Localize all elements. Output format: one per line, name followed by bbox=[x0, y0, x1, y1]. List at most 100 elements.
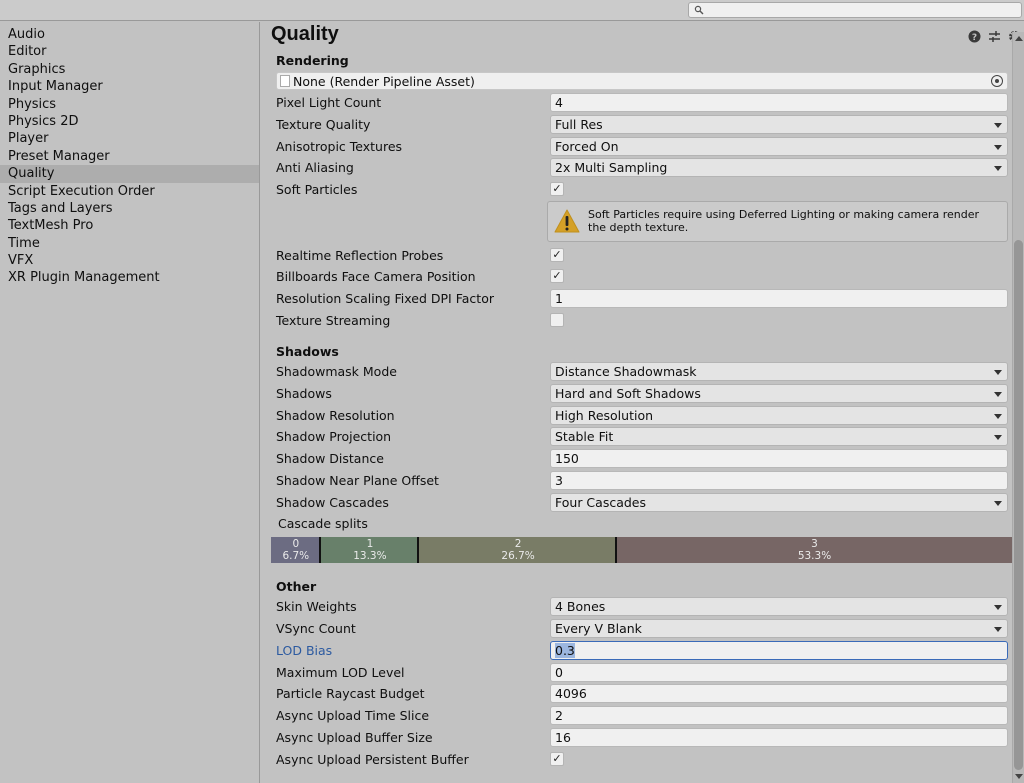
texture-quality-dropdown[interactable]: Full Res bbox=[550, 115, 1008, 134]
shadow-distance-input[interactable]: 150 bbox=[550, 449, 1008, 468]
billboards-face-camera-row: Billboards Face Camera Position ✓ bbox=[276, 267, 1008, 287]
shadow-resolution-dropdown[interactable]: High Resolution bbox=[550, 406, 1008, 425]
anisotropic-textures-value: Forced On bbox=[555, 139, 619, 154]
shadow-resolution-value: High Resolution bbox=[555, 408, 654, 423]
sidebar-item-audio[interactable]: Audio bbox=[0, 26, 259, 43]
resolution-scaling-dpi-input[interactable]: 1 bbox=[550, 289, 1008, 308]
cascade-segment-3: 3 53.3% bbox=[617, 537, 1012, 563]
anisotropic-textures-dropdown[interactable]: Forced On bbox=[550, 137, 1008, 156]
sidebar-item-tags-and-layers[interactable]: Tags and Layers bbox=[0, 200, 259, 217]
sidebar-item-textmesh-pro[interactable]: TextMesh Pro bbox=[0, 217, 259, 234]
sidebar-item-time[interactable]: Time bbox=[0, 235, 259, 252]
texture-quality-label: Texture Quality bbox=[276, 117, 371, 132]
cascade-index: 2 bbox=[514, 538, 522, 550]
scroll-down-arrow-icon[interactable] bbox=[1015, 774, 1023, 779]
chevron-down-icon bbox=[994, 123, 1002, 128]
sidebar-item-graphics[interactable]: Graphics bbox=[0, 61, 259, 78]
soft-particles-checkbox[interactable]: ✓ bbox=[550, 182, 564, 196]
search-icon bbox=[694, 5, 704, 15]
vsync-count-row: VSync Count Every V Blank bbox=[276, 619, 1008, 639]
sidebar-item-player[interactable]: Player bbox=[0, 130, 259, 147]
page-title: Quality bbox=[271, 23, 339, 45]
vsync-count-label: VSync Count bbox=[276, 621, 356, 636]
lod-bias-input[interactable]: 0.3 bbox=[550, 641, 1008, 660]
soft-particles-label: Soft Particles bbox=[276, 182, 358, 197]
shadowmask-mode-label: Shadowmask Mode bbox=[276, 364, 397, 379]
cascade-index: 3 bbox=[811, 538, 818, 550]
async-upload-persistent-buffer-checkbox[interactable]: ✓ bbox=[550, 752, 564, 766]
vsync-count-value: Every V Blank bbox=[555, 621, 642, 636]
sidebar-item-script-execution-order[interactable]: Script Execution Order bbox=[0, 183, 259, 200]
scroll-thumb[interactable] bbox=[1014, 240, 1023, 770]
help-icon[interactable]: ? bbox=[967, 29, 981, 43]
toolbar bbox=[0, 0, 1024, 21]
async-upload-time-slice-row: Async Upload Time Slice 2 bbox=[276, 706, 1008, 726]
async-upload-time-slice-label: Async Upload Time Slice bbox=[276, 708, 430, 723]
pixel-light-count-row: Pixel Light Count 4 bbox=[276, 93, 1008, 113]
object-picker-icon[interactable] bbox=[991, 75, 1003, 87]
realtime-reflection-probes-checkbox[interactable]: ✓ bbox=[550, 248, 564, 262]
billboards-face-camera-checkbox[interactable]: ✓ bbox=[550, 269, 564, 283]
sidebar-item-input-manager[interactable]: Input Manager bbox=[0, 78, 259, 95]
texture-quality-value: Full Res bbox=[555, 117, 603, 132]
chevron-down-icon bbox=[994, 370, 1002, 375]
async-upload-time-slice-value: 2 bbox=[555, 708, 563, 723]
anti-aliasing-dropdown[interactable]: 2x Multi Sampling bbox=[550, 158, 1008, 177]
lod-bias-value: 0.3 bbox=[555, 643, 575, 658]
shadow-projection-dropdown[interactable]: Stable Fit bbox=[550, 427, 1008, 446]
texture-streaming-checkbox[interactable] bbox=[550, 313, 564, 327]
skin-weights-value: 4 Bones bbox=[555, 599, 606, 614]
chevron-down-icon bbox=[994, 166, 1002, 171]
texture-streaming-row: Texture Streaming bbox=[276, 311, 1008, 331]
shadowmask-mode-dropdown[interactable]: Distance Shadowmask bbox=[550, 362, 1008, 381]
particle-raycast-budget-input[interactable]: 4096 bbox=[550, 684, 1008, 703]
warning-message: Soft Particles require using Deferred Li… bbox=[588, 208, 979, 234]
maximum-lod-level-input[interactable]: 0 bbox=[550, 663, 1008, 682]
chevron-down-icon bbox=[994, 627, 1002, 632]
sidebar-item-physics-2d[interactable]: Physics 2D bbox=[0, 113, 259, 130]
preset-sliders-icon[interactable] bbox=[987, 29, 1001, 43]
cascade-percent: 6.7% bbox=[282, 550, 310, 562]
shadows-label: Shadows bbox=[276, 386, 332, 401]
shadows-dropdown[interactable]: Hard and Soft Shadows bbox=[550, 384, 1008, 403]
async-upload-persistent-buffer-row: Async Upload Persistent Buffer ✓ bbox=[276, 750, 1008, 770]
shadowmask-mode-row: Shadowmask Mode Distance Shadowmask bbox=[276, 362, 1008, 382]
shadow-cascades-row: Shadow Cascades Four Cascades bbox=[276, 493, 1008, 513]
search-input[interactable] bbox=[688, 2, 1022, 18]
async-upload-time-slice-input[interactable]: 2 bbox=[550, 706, 1008, 725]
shadows-value: Hard and Soft Shadows bbox=[555, 386, 701, 401]
scroll-up-arrow-icon[interactable] bbox=[1015, 36, 1023, 41]
sidebar-item-preset-manager[interactable]: Preset Manager bbox=[0, 148, 259, 165]
section-header-rendering: Rendering bbox=[276, 53, 349, 68]
sidebar-item-physics[interactable]: Physics bbox=[0, 96, 259, 113]
sidebar-item-quality[interactable]: Quality bbox=[0, 165, 259, 183]
sidebar-item-vfx[interactable]: VFX bbox=[0, 252, 259, 269]
warning-icon bbox=[554, 209, 580, 233]
anti-aliasing-value: 2x Multi Sampling bbox=[555, 160, 668, 175]
cascade-splits-bar: 0 6.7% 1 13.3% 2 26.7% 3 53.3% bbox=[271, 537, 1012, 563]
cascade-segment-2: 2 26.7% bbox=[419, 537, 618, 563]
vertical-scrollbar[interactable] bbox=[1012, 32, 1024, 783]
shadow-near-plane-offset-value: 3 bbox=[555, 473, 563, 488]
render-pipeline-asset-field[interactable]: None (Render Pipeline Asset) bbox=[276, 72, 1008, 90]
sidebar-item-editor[interactable]: Editor bbox=[0, 43, 259, 60]
shadow-cascades-dropdown[interactable]: Four Cascades bbox=[550, 493, 1008, 512]
pixel-light-count-input[interactable]: 4 bbox=[550, 93, 1008, 112]
shadow-distance-value: 150 bbox=[555, 451, 579, 466]
async-upload-buffer-size-input[interactable]: 16 bbox=[550, 728, 1008, 747]
sidebar-item-xr-plugin-management[interactable]: XR Plugin Management bbox=[0, 269, 259, 286]
shadow-near-plane-offset-input[interactable]: 3 bbox=[550, 471, 1008, 490]
quality-settings-panel: Quality ? Rendering None (Render Pipelin… bbox=[261, 22, 1024, 783]
shadow-distance-label: Shadow Distance bbox=[276, 451, 384, 466]
cascade-percent: 13.3% bbox=[353, 550, 387, 562]
section-header-other: Other bbox=[276, 579, 317, 594]
skin-weights-dropdown[interactable]: 4 Bones bbox=[550, 597, 1008, 616]
chevron-down-icon bbox=[994, 605, 1002, 610]
vsync-count-dropdown[interactable]: Every V Blank bbox=[550, 619, 1008, 638]
maximum-lod-level-value: 0 bbox=[555, 665, 563, 680]
async-upload-buffer-size-label: Async Upload Buffer Size bbox=[276, 730, 433, 745]
cascade-segment-0: 0 6.7% bbox=[271, 537, 321, 563]
pixel-light-count-value: 4 bbox=[555, 95, 563, 110]
shadow-resolution-row: Shadow Resolution High Resolution bbox=[276, 406, 1008, 426]
async-upload-persistent-buffer-label: Async Upload Persistent Buffer bbox=[276, 752, 469, 767]
